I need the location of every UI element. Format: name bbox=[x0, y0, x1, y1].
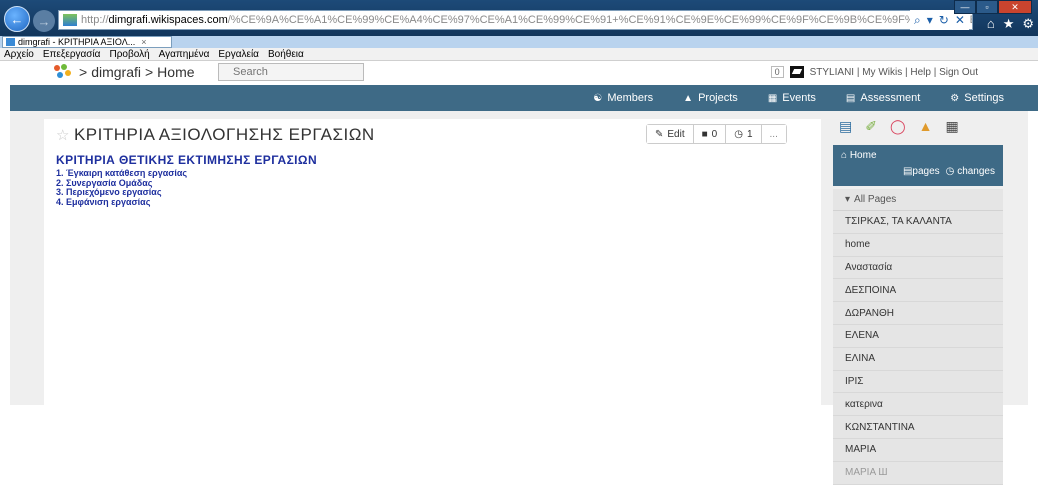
wiki-heading: ΚΡΙΤΗΡΙΑ ΘΕΤΙΚΗΣ ΕΚΤΙΜΗΣΗΣ ΕΡΓΑΣΙΩΝ bbox=[56, 153, 318, 167]
history-button[interactable]: ◷ 1 bbox=[726, 125, 762, 143]
menu-bar: Αρχείο Επεξεργασία Προβολή Αγαπημένα Εργ… bbox=[0, 48, 1038, 61]
pages-icon: ▤ bbox=[902, 166, 913, 177]
menu-favorites[interactable]: Αγαπημένα bbox=[159, 49, 210, 60]
sidebar-page-link[interactable]: ΜΑΡΙΑ bbox=[833, 439, 1003, 462]
user-links[interactable]: STYLIANI | My Wikis | Help | Sign Out bbox=[810, 67, 978, 78]
site-favicon-icon bbox=[63, 14, 77, 26]
nav-projects[interactable]: ▲ Projects bbox=[683, 92, 738, 104]
forward-button[interactable]: → bbox=[33, 10, 55, 32]
clock-icon: ◷ bbox=[734, 128, 743, 140]
tab-favicon-icon bbox=[6, 38, 15, 46]
sidebar-home-links: ▤pages ◷ changes bbox=[903, 166, 995, 177]
calendar-icon: ▦ bbox=[767, 92, 778, 104]
page-actions: ✎ Edit ■ 0 ◷ 1 ... bbox=[646, 124, 787, 144]
nav-settings[interactable]: ⚙ Settings bbox=[950, 92, 1004, 104]
calendar-icon[interactable]: ▦ bbox=[946, 118, 959, 135]
back-button[interactable]: ← bbox=[4, 6, 30, 32]
discussion-icon[interactable]: ◯ bbox=[890, 118, 906, 135]
all-pages-toggle[interactable]: ▾ All Pages bbox=[833, 189, 1003, 211]
refresh-icon[interactable]: ↻ bbox=[939, 13, 949, 27]
menu-edit[interactable]: Επεξεργασία bbox=[43, 49, 101, 60]
follow-star-icon[interactable]: ☆ bbox=[56, 127, 70, 144]
sidebar: ▤ ✐ ◯ ▲ ▦ ⌂ Home ▤pages ◷ changes ▾ All P… bbox=[833, 111, 1003, 485]
menu-file[interactable]: Αρχείο bbox=[4, 49, 34, 60]
notification-count[interactable]: 0 bbox=[770, 66, 784, 78]
chevron-down-icon: ▾ bbox=[845, 194, 851, 205]
breadcrumb: > dimgrafi > Home bbox=[54, 64, 195, 80]
address-scheme: http:// bbox=[81, 14, 109, 26]
pages-link[interactable]: ▤pages bbox=[903, 166, 940, 177]
comments-button[interactable]: ■ 0 bbox=[693, 125, 727, 143]
sidebar-page-link[interactable]: ΤΣΙΡΚΑΣ, ΤΑ ΚΑΛΑΝΤΑ bbox=[833, 211, 1003, 234]
tab-strip: dimgrafi - ΚΡΙΤΗΡΙΑ ΑΞΙΟΛ... × bbox=[0, 36, 1038, 48]
breadcrumb-separator: > bbox=[144, 64, 154, 80]
sidebar-page-link[interactable]: ΙΡΙΣ bbox=[833, 371, 1003, 394]
wiki-body: ΚΡΙΤΗΡΙΑ ΘΕΤΙΚΗΣ ΕΚΤΙΜΗΣΗΣ ΕΡΓΑΣΙΩΝ 1. Έ… bbox=[56, 153, 317, 207]
more-button[interactable]: ... bbox=[761, 125, 786, 143]
sidebar-page-link[interactable]: Αναστασία bbox=[833, 257, 1003, 280]
clock-icon: ◷ bbox=[945, 166, 955, 177]
menu-view[interactable]: Προβολή bbox=[109, 49, 149, 60]
window-controls: — ▫ ✕ bbox=[954, 0, 1032, 14]
sidebar-page-link[interactable]: ΕΛΕΝΑ bbox=[833, 325, 1003, 348]
sidebar-home[interactable]: ⌂ Home ▤pages ◷ changes bbox=[833, 145, 1003, 186]
nav-members[interactable]: ☯ Members bbox=[593, 92, 653, 104]
menu-tools[interactable]: Εργαλεία bbox=[218, 49, 259, 60]
stop-icon[interactable]: ✕ bbox=[955, 13, 965, 27]
breadcrumb-wiki-link[interactable]: dimgrafi bbox=[91, 64, 141, 80]
user-area: 0 STYLIANI | My Wikis | Help | Sign Out bbox=[770, 66, 978, 78]
search-icon[interactable]: ⌕ bbox=[914, 13, 921, 28]
breadcrumb-separator: > bbox=[79, 64, 88, 80]
pencil-icon: ✎ bbox=[655, 128, 664, 140]
avatar[interactable] bbox=[789, 66, 804, 78]
gear-icon: ⚙ bbox=[950, 92, 960, 104]
browser-tab[interactable]: dimgrafi - ΚΡΙΤΗΡΙΑ ΑΞΙΟΛ... × bbox=[2, 36, 172, 48]
search-input[interactable] bbox=[218, 63, 364, 81]
maximize-button[interactable]: ▫ bbox=[976, 0, 998, 14]
sidebar-page-link[interactable]: ΕΛΙΝΑ bbox=[833, 348, 1003, 371]
gear-icon[interactable]: ⚙ bbox=[1022, 16, 1034, 32]
address-host: dimgrafi.wikispaces.com bbox=[108, 14, 228, 26]
menu-help[interactable]: Βοήθεια bbox=[268, 49, 304, 60]
wiki-list: 1. Έγκαιρη κατάθεση εργασίας 2. Συνεργασ… bbox=[56, 168, 317, 207]
sidebar-page-link[interactable]: ΜΑΡΙΑ Ш bbox=[833, 462, 1003, 485]
breadcrumb-page: Home bbox=[157, 64, 195, 80]
main-navbar: ☯ Members ▲ Projects ▦ Events ▤ Assessment ⚙… bbox=[10, 85, 1038, 111]
tab-label: dimgrafi - ΚΡΙΤΗΡΙΑ ΑΞΙΟΛ... bbox=[18, 37, 136, 47]
edit-button[interactable]: ✎ Edit bbox=[647, 125, 694, 143]
sidebar-page-link[interactable]: ΔΕΣΠΟΙΝΑ bbox=[833, 279, 1003, 303]
wikispaces-logo-icon[interactable] bbox=[54, 64, 76, 80]
browser-titlebar: ← → http://dimgrafi.wikispaces.com/%CE%9… bbox=[0, 0, 1038, 36]
projects-icon: ▲ bbox=[683, 92, 694, 104]
assessment-icon: ▤ bbox=[845, 92, 856, 104]
members-icon: ☯ bbox=[593, 92, 603, 104]
all-pages-list: ▾ All Pages ΤΣΙΡΚΑΣ, ΤΑ ΚΑΛΑΝΤΑ home Ανασ… bbox=[833, 189, 1003, 485]
home-icon[interactable]: ⌂ bbox=[987, 16, 995, 32]
sidebar-tools: ▤ ✐ ◯ ▲ ▦ bbox=[839, 118, 959, 135]
link-icon[interactable]: ✐ bbox=[865, 118, 877, 135]
projects-icon[interactable]: ▲ bbox=[919, 118, 933, 135]
tab-close-icon[interactable]: × bbox=[141, 37, 146, 47]
changes-link[interactable]: ◷ changes bbox=[946, 166, 995, 177]
dropdown-icon[interactable]: ▾ bbox=[927, 13, 933, 27]
sidebar-page-link[interactable]: home bbox=[833, 234, 1003, 257]
sidebar-home-title: ⌂ Home bbox=[841, 150, 877, 161]
sidebar-page-link[interactable]: ΔΩΡΑΝΘΗ bbox=[833, 302, 1003, 325]
address-bar[interactable]: http://dimgrafi.wikispaces.com/%CE%9A%CE… bbox=[58, 10, 973, 30]
sidebar-page-link[interactable]: ΚΩΝΣΤΑΝΤΙΝΑ bbox=[833, 416, 1003, 439]
nav-assessment[interactable]: ▤ Assessment bbox=[846, 92, 920, 104]
favorites-star-icon[interactable]: ★ bbox=[1003, 16, 1015, 32]
site-header: > dimgrafi > Home 0 STYLIANI | My Wikis … bbox=[0, 61, 1038, 85]
browser-toolbar-icons: ⌂ ★ ⚙ bbox=[987, 16, 1034, 32]
new-page-icon[interactable]: ▤ bbox=[839, 118, 852, 135]
close-window-button[interactable]: ✕ bbox=[998, 0, 1032, 14]
page-title: ☆ ΚΡΙΤΗΡΙΑ ΑΞΙΟΛΟΓΗΣΗΣ ΕΡΓΑΣΙΩΝ bbox=[56, 125, 375, 144]
main-content: ☆ ΚΡΙΤΗΡΙΑ ΑΞΙΟΛΟΓΗΣΗΣ ΕΡΓΑΣΙΩΝ ✎ Edit ■ 0 … bbox=[44, 119, 821, 405]
comments-icon: ■ bbox=[701, 128, 708, 140]
minimize-button[interactable]: — bbox=[954, 0, 976, 14]
list-item: 4. Εμφάνιση εργασίας bbox=[56, 196, 151, 207]
home-icon: ⌂ bbox=[841, 150, 848, 161]
address-path: /%CE%9A%CE%A1%CE%99%CE%A4%CE%97%CE%A1%CE… bbox=[227, 14, 972, 26]
nav-events[interactable]: ▦ Events bbox=[768, 92, 816, 104]
